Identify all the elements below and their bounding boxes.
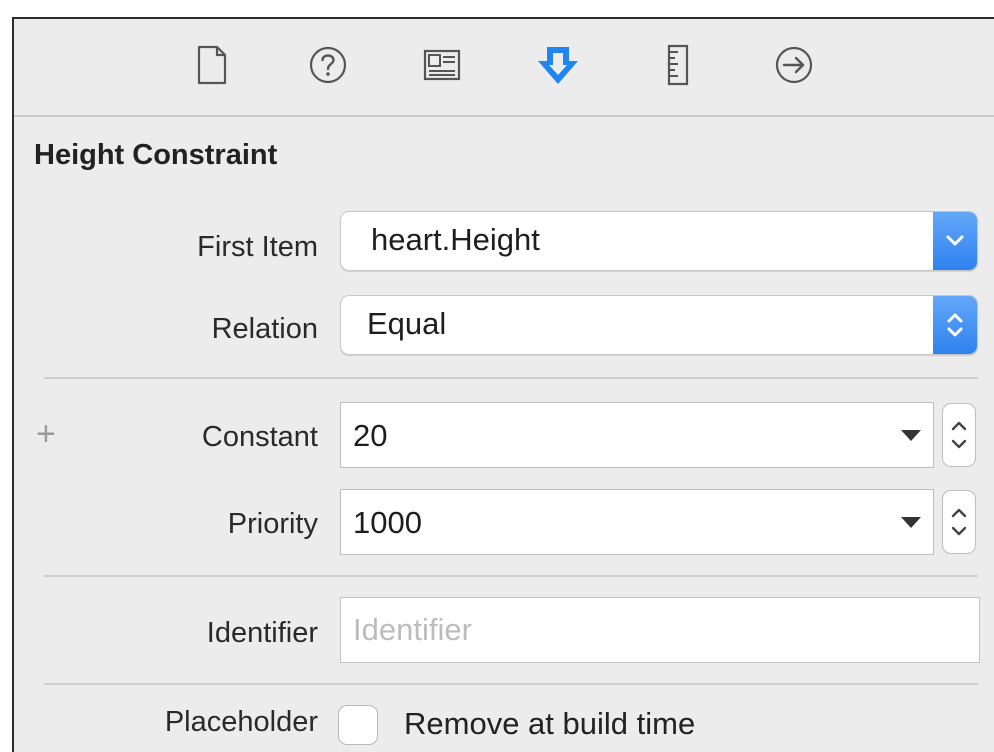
first-item-label: First Item <box>197 231 318 263</box>
inspector-toolbar <box>14 19 994 117</box>
remove-at-build-time-label[interactable]: Remove at build time <box>404 706 695 742</box>
connections-icon[interactable] <box>770 41 818 89</box>
identifier-field-wrap <box>340 597 980 663</box>
file-icon[interactable] <box>187 41 235 89</box>
dropdown-triangle-icon[interactable] <box>901 430 921 441</box>
relation-value: Equal <box>367 306 447 341</box>
constant-label: Constant <box>201 421 318 453</box>
priority-stepper[interactable] <box>942 490 976 554</box>
dropdown-triangle-icon[interactable] <box>901 517 921 528</box>
priority-combo[interactable]: 1000 <box>340 489 934 555</box>
identity-icon[interactable] <box>418 41 466 89</box>
first-item-popup[interactable]: heart.Height <box>340 211 978 271</box>
constant-combo[interactable]: 20 <box>340 402 934 468</box>
constant-stepper[interactable] <box>942 403 976 467</box>
identifier-label: Identifier <box>206 617 318 649</box>
relation-label: Relation <box>211 313 318 345</box>
divider <box>44 377 978 379</box>
relation-popup[interactable]: Equal <box>340 295 978 355</box>
help-icon[interactable] <box>304 41 352 89</box>
priority-label: Priority <box>227 508 318 540</box>
first-item-value: heart.Height <box>371 222 540 257</box>
chevron-down-icon[interactable] <box>933 212 977 270</box>
attributes-icon[interactable] <box>534 41 582 89</box>
section-title: Height Constraint <box>34 139 278 171</box>
inspector-panel: Height Constraint First Item heart.Heigh… <box>12 17 994 752</box>
constant-value: 20 <box>353 418 388 453</box>
size-icon[interactable] <box>654 41 702 89</box>
remove-at-build-time-checkbox[interactable] <box>338 705 378 745</box>
up-down-chevron-icon[interactable] <box>933 296 977 354</box>
identifier-field[interactable] <box>341 598 979 662</box>
priority-value: 1000 <box>353 505 422 540</box>
divider <box>44 575 978 577</box>
divider <box>44 683 978 685</box>
placeholder-label: Placeholder <box>164 706 318 738</box>
